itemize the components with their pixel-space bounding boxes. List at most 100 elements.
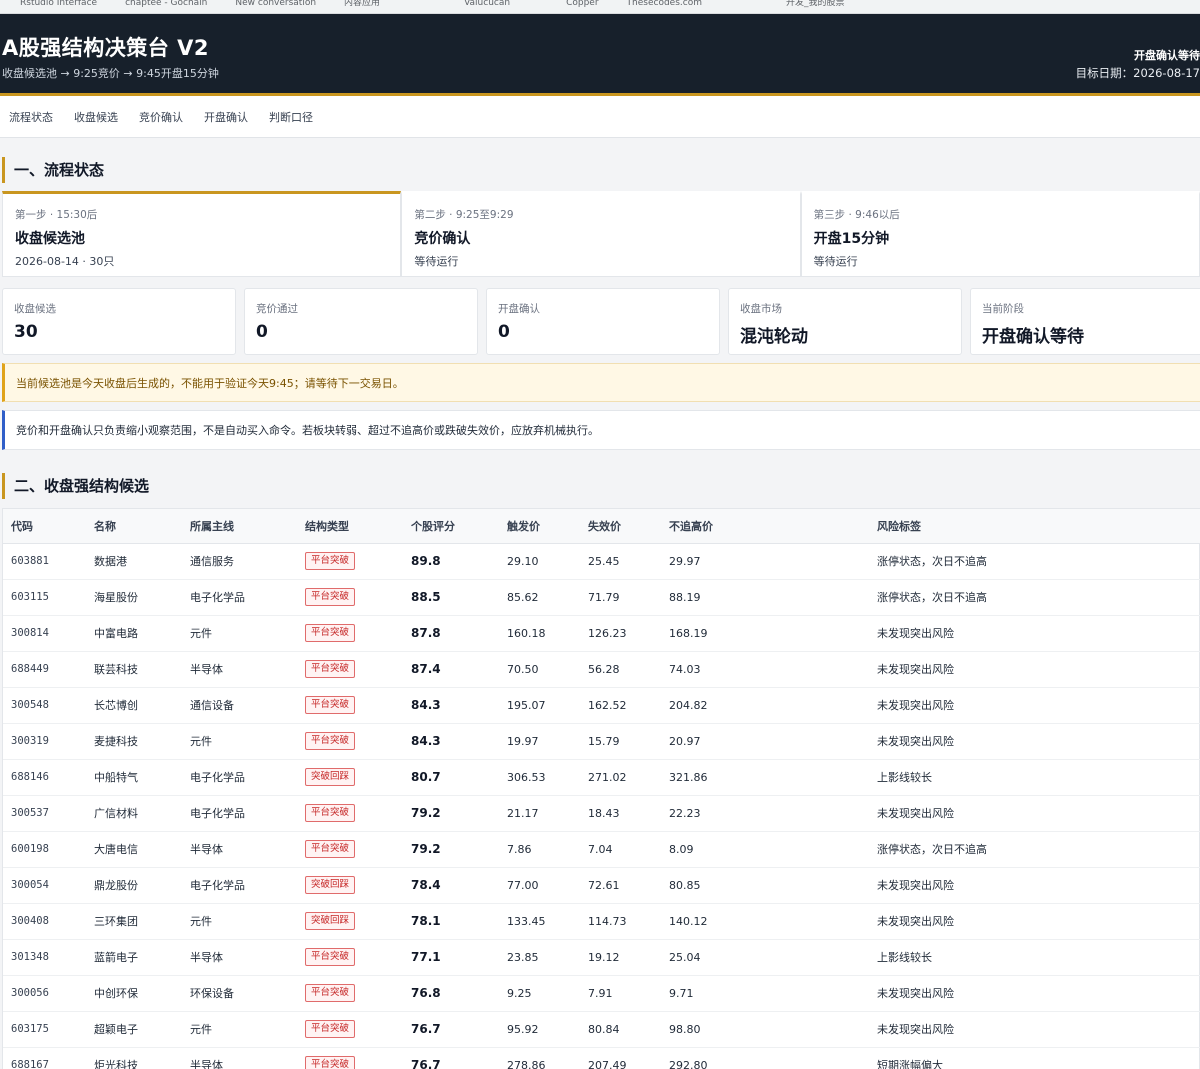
structure-type-cell: 突破回踩 (297, 867, 403, 904)
no-chase-price-cell: 8.09 (661, 831, 869, 868)
no-chase-price-cell: 22.23 (661, 795, 869, 832)
structure-type-badge: 突破回踩 (305, 768, 356, 786)
invalid-price-cell: 271.02 (580, 759, 661, 796)
risk-tag-cell: 上影线较长 (869, 759, 1200, 796)
bookmark-item[interactable]: New conversation (235, 0, 316, 13)
bookmark-item[interactable]: Valucucan (464, 0, 510, 13)
stock-name-cell: 联芸科技 (86, 651, 182, 688)
trigger-price-cell: 7.86 (499, 831, 580, 868)
stock-name-cell: 长芯博创 (86, 687, 182, 724)
table-row: 300319 麦捷科技 元件 平台突破 84.3 19.97 15.79 20.97 未发现突出… (3, 723, 1200, 760)
column-header: 结构类型 (297, 509, 403, 544)
trigger-price-cell: 21.17 (499, 795, 580, 832)
stock-code-cell: 603115 (3, 579, 86, 616)
stock-code-cell: 688449 (3, 651, 86, 688)
flow-steps: 第一步 · 15:30后 收盘候选池 2026-08-14 · 30只 第二步 … (2, 191, 1200, 277)
structure-type-badge: 突破回踩 (305, 876, 356, 894)
tab-flow-status[interactable]: 流程状态 (9, 109, 53, 125)
structure-type-badge: 平台突破 (305, 696, 356, 714)
structure-type-cell: 平台突破 (297, 723, 403, 760)
bookmark-item[interactable]: 开发_我的股票 (786, 0, 845, 13)
invalid-price-cell: 18.43 (580, 795, 661, 832)
invalid-price-cell: 56.28 (580, 651, 661, 688)
bookmark-item[interactable]: Thesecodes.com (627, 0, 702, 13)
stock-code-cell: 301348 (3, 939, 86, 976)
sector-cell: 元件 (182, 1011, 297, 1048)
stat-value: 30 (14, 322, 38, 342)
trigger-price-cell: 85.62 (499, 579, 580, 616)
column-header: 风险标签 (869, 509, 1200, 544)
table-row: 688167 炬光科技 半导体 平台突破 76.7 278.86 207.49 292.80 短… (3, 1047, 1200, 1069)
trigger-price-cell: 70.50 (499, 651, 580, 688)
column-header: 个股评分 (403, 509, 499, 544)
sector-cell: 通信服务 (182, 543, 297, 580)
stock-code-cell: 688146 (3, 759, 86, 796)
no-chase-price-cell: 20.97 (661, 723, 869, 760)
stock-name-cell: 蓝箭电子 (86, 939, 182, 976)
score-cell: 76.8 (403, 975, 499, 1012)
structure-type-cell: 平台突破 (297, 687, 403, 724)
structure-type-badge: 平台突破 (305, 624, 356, 642)
sector-cell: 电子化学品 (182, 759, 297, 796)
sector-cell: 元件 (182, 903, 297, 940)
no-chase-price-cell: 9.71 (661, 975, 869, 1012)
structure-type-cell: 突破回踩 (297, 903, 403, 940)
app-header: A股强结构决策台 V2 收盘候选池 → 9:25竞价 → 9:45开盘15分钟 … (0, 14, 1200, 96)
stock-code-cell: 603175 (3, 1011, 86, 1048)
candidates-table: 代码 名称 所属主线 结构类型 个股评分 触发价 失效价 不追高价 风险标签 603881 数据港… (3, 509, 1200, 1069)
bookmark-item[interactable]: Rstudio Interface (20, 0, 97, 13)
tab-close-candidates[interactable]: 收盘候选 (74, 109, 118, 125)
table-header-row: 代码 名称 所属主线 结构类型 个股评分 触发价 失效价 不追高价 风险标签 (3, 509, 1200, 544)
column-header: 所属主线 (182, 509, 297, 544)
table-row: 300548 长芯博创 通信设备 平台突破 84.3 195.07 162.52 204.82… (3, 687, 1200, 724)
bookmark-item[interactable]: 内容应用 (344, 0, 380, 13)
table-row: 300056 中创环保 环保设备 平台突破 76.8 9.25 7.91 9.71 未发现突出风… (3, 975, 1200, 1012)
stock-name-cell: 超颖电子 (86, 1011, 182, 1048)
no-chase-price-cell: 321.86 (661, 759, 869, 796)
stat-label: 当前阶段 (982, 303, 1024, 315)
table-row: 688449 联芸科技 半导体 平台突破 87.4 70.50 56.28 74.03 未发现突… (3, 651, 1200, 688)
score-cell: 89.8 (403, 543, 499, 580)
step-meta: 第一步 · 15:30后 (15, 209, 98, 221)
stat-value: 0 (256, 322, 268, 342)
step-card-close-pool: 第一步 · 15:30后 收盘候选池 2026-08-14 · 30只 (2, 191, 402, 277)
bookmark-item[interactable]: Copper (566, 0, 598, 13)
app-subtitle: 收盘候选池 → 9:25竞价 → 9:45开盘15分钟 (2, 67, 219, 80)
section-title-candidates: 二、收盘强结构候选 (2, 473, 149, 499)
invalid-price-cell: 114.73 (580, 903, 661, 940)
stock-name-cell: 广信材料 (86, 795, 182, 832)
stock-code-cell: 688167 (3, 1047, 86, 1069)
step-meta: 第二步 · 9:25至9:29 (414, 209, 514, 221)
table-row: 300537 广信材料 电子化学品 平台突破 79.2 21.17 18.43 22.23 未发… (3, 795, 1200, 832)
structure-type-cell: 平台突破 (297, 543, 403, 580)
score-cell: 87.8 (403, 615, 499, 652)
trigger-price-cell: 29.10 (499, 543, 580, 580)
stock-code-cell: 300408 (3, 903, 86, 940)
header-status: 开盘确认等待 (1134, 49, 1200, 62)
section-title-flow: 一、流程状态 (2, 157, 104, 183)
invalid-price-cell: 19.12 (580, 939, 661, 976)
no-chase-price-cell: 292.80 (661, 1047, 869, 1069)
no-chase-price-cell: 80.85 (661, 867, 869, 904)
structure-type-badge: 平台突破 (305, 1056, 356, 1069)
stat-value: 混沌轮动 (740, 327, 808, 347)
structure-type-badge: 平台突破 (305, 984, 356, 1002)
score-cell: 84.3 (403, 687, 499, 724)
step-info: 等待运行 (414, 255, 459, 268)
invalid-price-cell: 126.23 (580, 615, 661, 652)
column-header: 触发价 (499, 509, 580, 544)
table-row: 300408 三环集团 元件 突破回踩 78.1 133.45 114.73 140.12 未发… (3, 903, 1200, 940)
stock-name-cell: 中创环保 (86, 975, 182, 1012)
score-cell: 76.7 (403, 1011, 499, 1048)
bookmark-item[interactable]: chaptee - Gochain (125, 0, 207, 13)
tab-auction-confirm[interactable]: 竞价确认 (139, 109, 183, 125)
score-cell: 78.1 (403, 903, 499, 940)
tab-open-confirm[interactable]: 开盘确认 (204, 109, 248, 125)
score-cell: 77.1 (403, 939, 499, 976)
invalid-price-cell: 7.04 (580, 831, 661, 868)
trigger-price-cell: 278.86 (499, 1047, 580, 1069)
sector-cell: 电子化学品 (182, 579, 297, 616)
stock-code-cell: 300319 (3, 723, 86, 760)
sector-cell: 半导体 (182, 939, 297, 976)
tab-judgement-criteria[interactable]: 判断口径 (269, 109, 313, 125)
